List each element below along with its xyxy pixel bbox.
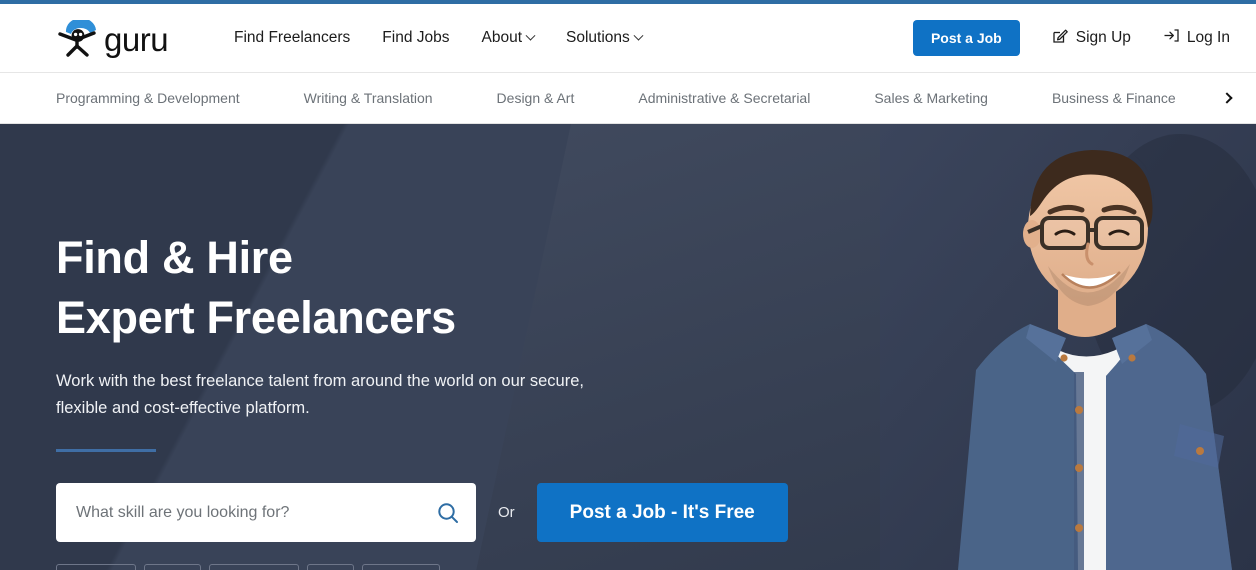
hero-section: Find & Hire Expert Freelancers Work with… (0, 124, 1256, 570)
category-item-sales-marketing[interactable]: Sales & Marketing (874, 90, 988, 106)
search-icon[interactable] (436, 501, 460, 525)
hero-heading-line-1: Find & Hire (56, 232, 293, 283)
chevron-down-icon (633, 30, 644, 41)
nav-item-find-freelancers[interactable]: Find Freelancers (234, 29, 350, 47)
guru-stick-figure-logo-icon: guru (56, 20, 196, 58)
hero-heading: Find & Hire Expert Freelancers (56, 228, 788, 348)
nav-item-find-jobs[interactable]: Find Jobs (382, 29, 449, 47)
nav-label: Find Freelancers (234, 29, 351, 46)
post-a-job-button[interactable]: Post a Job (912, 20, 1020, 56)
hero-photo (880, 124, 1256, 570)
edit-pencil-icon (1052, 27, 1069, 49)
nav-label: About (481, 29, 523, 46)
site-header: guru Find Freelancers Find Jobs About So… (0, 4, 1256, 72)
skill-tag-3d-design[interactable]: 3D Design (361, 564, 441, 570)
chevron-down-icon (525, 30, 536, 41)
hero-heading-line-2: Expert Freelancers (56, 292, 456, 343)
category-item-writing-translation[interactable]: Writing & Translation (304, 90, 433, 106)
nav-label: Solutions (566, 29, 630, 46)
category-nav-bar: Programming & Development Writing & Tran… (0, 72, 1256, 124)
hero-subtitle-line-1: Work with the best freelance talent from… (56, 372, 584, 390)
skill-tag-mobile[interactable]: Mobile (144, 564, 202, 570)
log-in-link[interactable]: Log In (1163, 27, 1230, 49)
skill-tag-logo-design[interactable]: Logo Design (209, 564, 300, 570)
hero-content: Find & Hire Expert Freelancers Work with… (56, 124, 788, 570)
search-box[interactable] (56, 483, 476, 542)
nav-item-solutions[interactable]: Solutions (566, 29, 644, 47)
category-item-administrative-secretarial[interactable]: Administrative & Secretarial (638, 90, 810, 106)
category-item-design-art[interactable]: Design & Art (497, 90, 575, 106)
or-label: Or (498, 504, 515, 521)
hero-subtitle-line-2: flexible and cost-effective platform. (56, 399, 310, 417)
nav-label: Find Jobs (382, 29, 450, 46)
skill-tag-seo[interactable]: SEO (307, 564, 354, 570)
primary-nav: Find Freelancers Find Jobs About Solutio… (234, 4, 674, 72)
guru-logo[interactable]: guru (56, 20, 196, 58)
post-a-job-free-button[interactable]: Post a Job - It's Free (536, 483, 788, 542)
hero-subtitle: Work with the best freelance talent from… (56, 368, 676, 422)
header-actions: Post a Job Sign Up Log In (912, 4, 1230, 72)
sign-up-link[interactable]: Sign Up (1052, 27, 1131, 49)
sign-up-label: Sign Up (1075, 29, 1131, 46)
category-list: Programming & Development Writing & Tran… (0, 90, 1240, 106)
chevron-right-icon (1221, 92, 1233, 104)
hero-divider-rule (56, 449, 156, 452)
popular-skill-tags: Wordpress Mobile Logo Design SEO 3D Desi… (56, 564, 788, 570)
nav-item-about[interactable]: About (481, 29, 536, 47)
skill-tag-wordpress[interactable]: Wordpress (56, 564, 137, 570)
category-item-programming-development[interactable]: Programming & Development (56, 90, 240, 106)
login-arrow-icon (1163, 27, 1180, 49)
page-root: guru Find Freelancers Find Jobs About So… (0, 0, 1256, 570)
log-in-label: Log In (1186, 29, 1230, 46)
category-scroll-next-button[interactable] (1198, 73, 1256, 123)
svg-text:guru: guru (104, 21, 168, 58)
search-input[interactable] (76, 503, 436, 522)
category-item-business-finance[interactable]: Business & Finance (1052, 90, 1176, 106)
hero-search-row: Or Post a Job - It's Free (56, 483, 788, 542)
